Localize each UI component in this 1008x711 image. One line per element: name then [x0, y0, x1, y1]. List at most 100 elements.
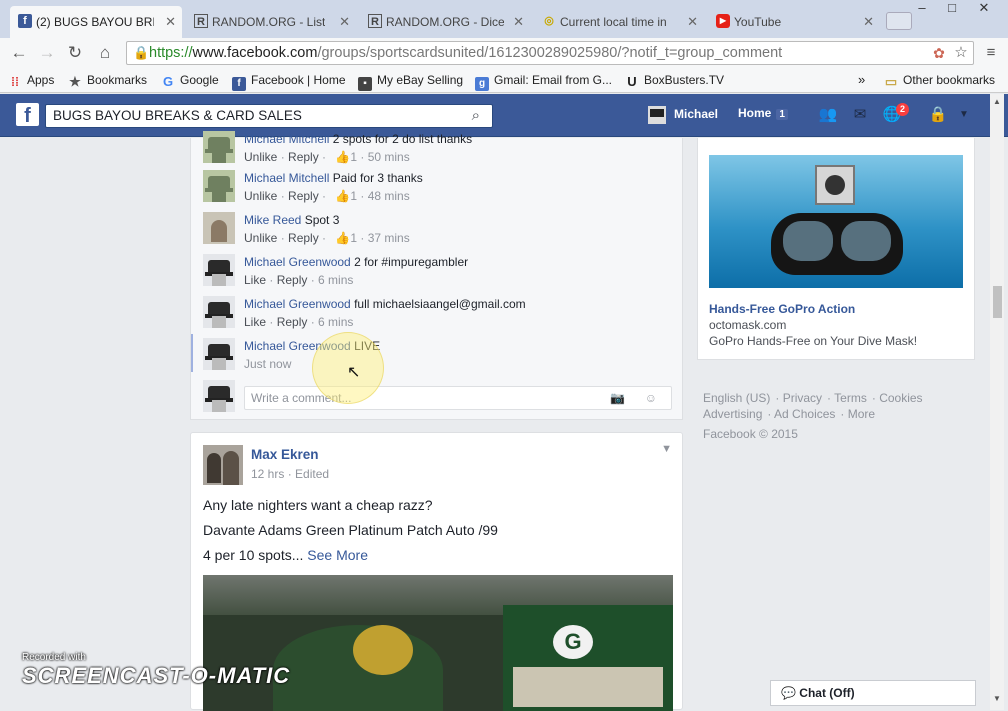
back-button[interactable]: ←	[8, 42, 30, 64]
post-time[interactable]: 12 hrs	[251, 467, 284, 481]
unlike-link[interactable]: Unlike	[244, 150, 277, 164]
comment-author[interactable]: Michael Greenwood	[244, 255, 351, 269]
comment-author[interactable]: Michael Mitchell	[244, 171, 329, 185]
maximize-button[interactable]: □	[938, 0, 966, 18]
home-link[interactable]: Home 1	[738, 106, 788, 120]
avatar[interactable]	[203, 254, 235, 286]
bookmark-facebook-home[interactable]: f Facebook | Home	[232, 72, 346, 91]
reply-link[interactable]: Reply	[277, 315, 308, 329]
ad-domain[interactable]: octomask.com	[709, 318, 786, 332]
avatar[interactable]	[203, 296, 235, 328]
chat-bar[interactable]: 💬 Chat (Off)	[770, 680, 976, 706]
other-bookmarks-label: Other bookmarks	[903, 73, 996, 87]
address-bar[interactable]: 🔒 https://www.facebook.com/groups/sports…	[126, 41, 974, 65]
tab-facebook-group[interactable]: f (2) BUGS BAYOU BREA ✕	[10, 6, 182, 38]
comment-time[interactable]: 6 mins	[318, 273, 353, 287]
ad-image[interactable]	[709, 155, 963, 288]
chrome-menu-icon[interactable]: ≡	[980, 42, 1002, 64]
unlike-link[interactable]: Unlike	[244, 231, 277, 245]
new-comment-highlight	[191, 334, 193, 372]
chat-icon: 💬	[781, 686, 796, 700]
scrollbar-thumb[interactable]	[993, 286, 1002, 318]
reply-link[interactable]: Reply	[288, 150, 319, 164]
footer-link-more[interactable]: More	[848, 407, 875, 421]
scroll-up-arrow-icon[interactable]: ▲	[991, 97, 1003, 106]
close-tab-icon[interactable]: ✕	[863, 6, 874, 38]
avatar[interactable]	[203, 170, 235, 202]
unlike-link[interactable]: Unlike	[244, 189, 277, 203]
post-edited[interactable]: Edited	[295, 467, 329, 481]
tab-random-list[interactable]: R RANDOM.ORG - List ✕	[186, 6, 356, 38]
post-image[interactable]: G	[203, 575, 673, 711]
like-link[interactable]: Like	[244, 273, 266, 287]
like-count[interactable]: 1	[350, 189, 357, 203]
close-tab-icon[interactable]: ✕	[687, 6, 698, 38]
page-scrollbar[interactable]	[990, 94, 1004, 710]
close-tab-icon[interactable]: ✕	[513, 6, 524, 38]
like-count[interactable]: 1	[350, 231, 357, 245]
reply-link[interactable]: Reply	[288, 231, 319, 245]
footer-link-ad-choices[interactable]: Ad Choices	[774, 407, 835, 421]
comment-time[interactable]: 48 mins	[368, 189, 410, 203]
messages-icon[interactable]: ✉	[850, 105, 870, 125]
friend-requests-icon[interactable]: 👥	[818, 105, 838, 125]
other-bookmarks[interactable]: ▭ Other bookmarks	[884, 72, 995, 89]
bookmarks-overflow-button[interactable]: »	[858, 72, 865, 88]
home-button[interactable]: ⌂	[94, 42, 116, 64]
extension-icon[interactable]: ✿	[928, 42, 950, 64]
scroll-down-arrow-icon[interactable]: ▼	[991, 694, 1003, 703]
comment-author[interactable]: Michael Mitchell	[244, 132, 329, 146]
ad-title[interactable]: Hands-Free GoPro Action	[709, 302, 855, 316]
like-link[interactable]: Like	[244, 315, 266, 329]
bookmark-star-icon[interactable]: ☆	[950, 42, 972, 64]
bookmark-apps[interactable]: ⁞⁞ Apps	[8, 72, 54, 89]
footer-link-privacy[interactable]: Privacy	[783, 391, 822, 405]
bookmark-bookmarks[interactable]: ★ Bookmarks	[68, 72, 147, 89]
footer-link-cookies[interactable]: Cookies	[879, 391, 922, 405]
footer-link-terms[interactable]: Terms	[834, 391, 867, 405]
profile-link[interactable]: Michael	[648, 105, 718, 124]
tab-random-dice[interactable]: R RANDOM.ORG - Dice ✕	[360, 6, 530, 38]
bookmark-google[interactable]: G Google	[161, 72, 219, 89]
close-tab-icon[interactable]: ✕	[339, 6, 350, 38]
close-window-button[interactable]: ✕	[970, 0, 998, 18]
comment-time[interactable]: 6 mins	[318, 315, 353, 329]
footer-link-language[interactable]: English (US)	[703, 391, 770, 405]
search-input[interactable]: BUGS BAYOU BREAKS & CARD SALES ⌕	[45, 104, 493, 128]
see-more-link[interactable]: See More	[307, 547, 368, 563]
bookmark-boxbusters[interactable]: U BoxBusters.TV	[625, 72, 724, 89]
avatar[interactable]	[203, 212, 235, 244]
comment-time[interactable]: Just now	[244, 357, 291, 371]
comment-author[interactable]: Mike Reed	[244, 213, 301, 227]
clock-icon: ◎	[544, 15, 554, 27]
comment-body: Paid for 3 thanks	[332, 171, 423, 185]
camera-icon[interactable]: 📷	[610, 387, 625, 409]
minimize-button[interactable]: –	[908, 0, 936, 18]
footer-link-advertising[interactable]: Advertising	[703, 407, 762, 421]
privacy-shortcuts-icon[interactable]: 🔒	[928, 105, 948, 125]
post-author[interactable]: Max Ekren	[251, 447, 319, 462]
bookmark-ebay[interactable]: ▪ My eBay Selling	[358, 72, 463, 91]
avatar[interactable]	[203, 338, 235, 370]
tab-local-time[interactable]: ◎ Current local time in ✕	[534, 6, 704, 38]
forward-button[interactable]: →	[36, 42, 58, 64]
reply-link[interactable]: Reply	[288, 189, 319, 203]
account-menu-icon[interactable]: ▼	[954, 105, 974, 125]
write-comment-input[interactable]: Write a comment... 📷 ☺	[244, 386, 672, 410]
reply-link[interactable]: Reply	[277, 273, 308, 287]
post-options-chevron-icon[interactable]: ▼	[661, 443, 672, 455]
like-count[interactable]: 1	[350, 150, 357, 164]
reload-button[interactable]: ↻	[64, 42, 86, 64]
comment-author[interactable]: Michael Greenwood	[244, 297, 351, 311]
tab-youtube[interactable]: ▶ YouTube ✕	[708, 6, 880, 38]
comment-time[interactable]: 37 mins	[368, 231, 410, 245]
facebook-logo-icon[interactable]: f	[16, 103, 39, 127]
close-tab-icon[interactable]: ✕	[165, 6, 176, 38]
avatar[interactable]	[203, 131, 235, 163]
avatar[interactable]	[203, 445, 243, 485]
comment-time[interactable]: 50 mins	[368, 150, 410, 164]
bookmark-gmail[interactable]: g Gmail: Email from G...	[475, 72, 612, 91]
search-icon[interactable]: ⌕	[472, 105, 480, 127]
comment-meta: Unlike · Reply · 👍1 · 48 mins	[244, 189, 410, 203]
sticker-icon[interactable]: ☺	[645, 387, 657, 409]
